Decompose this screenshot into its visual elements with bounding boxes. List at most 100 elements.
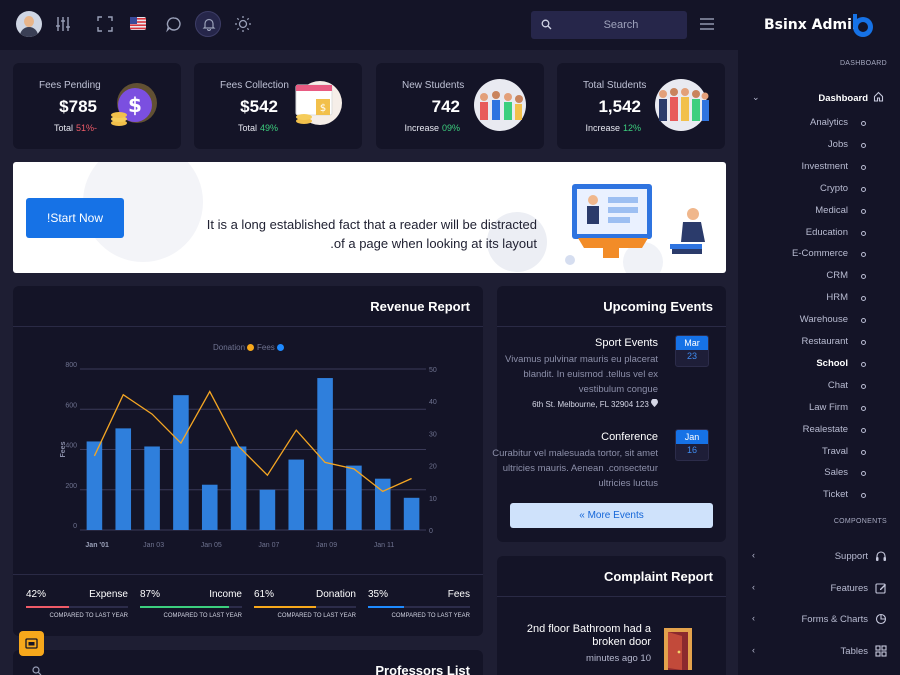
notification-button[interactable] (195, 11, 221, 37)
summary-percent: 42% (26, 589, 47, 600)
bullet-icon (861, 318, 866, 324)
stat-subtext: Total 51%- (54, 123, 97, 133)
sidebar-item-ticket[interactable]: Ticket (823, 489, 848, 500)
event-day: 16 (686, 445, 697, 455)
sliders-icon[interactable] (54, 15, 72, 33)
summary-bar (26, 606, 128, 608)
stat-card[interactable]: New Students 742 Increase 09% (376, 63, 544, 149)
revenue-chart: 0 200 400 600 800 0 10 20 30 40 50 Fees Jan '01 Jan 0… (60, 362, 437, 549)
sidebar-item-sales[interactable]: Sales (824, 467, 848, 478)
sidebar-item-investment[interactable]: Investment (802, 161, 848, 172)
sidebar-item-education[interactable]: Education (806, 227, 848, 238)
home-icon (873, 91, 884, 102)
legend-fees[interactable]: Fees (257, 343, 284, 352)
x-tick-label: Jan 11 (374, 542, 395, 549)
hamburger-icon[interactable] (699, 17, 715, 31)
sidebar-item-crypto[interactable]: Crypto (820, 183, 848, 194)
sidebar-item-analytics[interactable]: Analytics (810, 117, 848, 128)
svg-text:$: $ (320, 103, 326, 114)
sidebar-item-law-firm[interactable]: Law Firm (809, 402, 848, 413)
sidebar-item-medical[interactable]: Medical (815, 205, 848, 216)
sidebar-item-e-commerce[interactable]: E-Commerce (792, 248, 848, 259)
complaint-item-title[interactable]: 2nd floor Bathroom had a broken door (521, 623, 651, 649)
stat-card[interactable]: Fees Collection $542 Total 49% $ (194, 63, 362, 149)
chevron-left-icon[interactable]: ‹ (752, 613, 755, 623)
stat-value: 1,542 (598, 97, 641, 116)
bar-jan-02 (115, 428, 132, 530)
floating-settings-button[interactable] (19, 631, 44, 656)
sidebar-item-hrm[interactable]: HRM (826, 292, 848, 303)
summary-compare-text: COMPARED TO LAST YEAR (391, 613, 470, 619)
edit-icon (875, 582, 886, 594)
online-learning-illustration (565, 184, 705, 265)
stat-card[interactable]: Total Students 1,542 Increase 12% (557, 63, 725, 149)
bullet-icon (861, 186, 866, 192)
sidebar-item-dashboard[interactable]: Dashboard (818, 93, 868, 104)
search-input[interactable] (561, 11, 681, 39)
start-now-button[interactable]: !Start Now (26, 198, 124, 238)
complaint-report-title: Complaint Report (603, 569, 713, 584)
stat-label: Fees Pending (39, 80, 101, 91)
sun-icon[interactable] (234, 15, 252, 33)
search-icon[interactable] (32, 666, 42, 675)
bullet-icon (861, 142, 866, 148)
sidebar-item-tables[interactable]: Tables (841, 646, 868, 657)
chevron-left-icon[interactable]: ‹ (752, 550, 755, 560)
sidebar-item-restaurant[interactable]: Restaurant (802, 336, 848, 347)
event-title[interactable]: Sport Events (595, 337, 658, 349)
x-tick-label: Jan 03 (143, 542, 164, 549)
legend-fees-dot (276, 344, 284, 352)
bullet-icon (861, 252, 866, 258)
y2-tick-label: 0 (429, 528, 433, 535)
legend-donation-dot (247, 344, 255, 352)
search-icon[interactable] (541, 19, 552, 30)
complaint-report-panel: Complaint Report 2nd floor Bathroom had … (497, 556, 726, 675)
summary-label: Fees (447, 589, 470, 600)
bullet-icon (861, 274, 866, 280)
headset-icon (876, 551, 886, 561)
sidebar-item-traval[interactable]: Traval (822, 446, 848, 457)
stat-percent: 51%- (75, 123, 97, 133)
brand-name[interactable]: Bsinx Admin (764, 17, 862, 33)
event-location: 6th St. Melbourne, FL 32904 123 (532, 398, 658, 409)
stat-subtext: Total 49% (238, 123, 278, 133)
stat-label: New Students (402, 80, 465, 91)
bar-jan-12 (403, 497, 420, 530)
sidebar-item-forms-charts[interactable]: Forms & Charts (801, 614, 868, 625)
chevron-left-icon[interactable]: ‹ (752, 582, 755, 592)
chevron-down-icon[interactable]: ⌄ (752, 92, 760, 103)
stat-subtext: Increase 12% (585, 123, 641, 133)
sidebar-item-support[interactable]: Support (835, 551, 868, 562)
search-box (531, 11, 687, 39)
banner-text: It is a long established fact that a rea… (185, 215, 537, 253)
more-events-button[interactable]: « More Events (510, 503, 713, 528)
sidebar-section-dashboard: DASHBOARD (839, 60, 887, 67)
sidebar-item-crm[interactable]: CRM (826, 270, 848, 281)
event-title[interactable]: Conference (601, 431, 658, 443)
invoice-illustration: $ (295, 81, 342, 125)
bullet-icon (861, 449, 866, 455)
y2-tick-label: 10 (429, 496, 437, 503)
revenue-report-panel: Revenue Report Donation Fees 0 200 400 600 8… (13, 286, 483, 636)
stat-subtext: Increase 09% (404, 123, 460, 133)
us-flag-icon[interactable] (130, 17, 146, 30)
bullet-icon (861, 383, 866, 389)
sidebar-item-jobs[interactable]: Jobs (828, 139, 848, 150)
chevron-left-icon[interactable]: ‹ (752, 645, 755, 655)
summary-bar (254, 606, 356, 608)
chat-icon[interactable] (165, 15, 183, 33)
stat-card[interactable]: Fees Pending $785 Total 51%- $ (13, 63, 181, 149)
sidebar-item-features[interactable]: Features (831, 583, 869, 594)
bullet-icon (861, 296, 866, 302)
sidebar-item-warehouse[interactable]: Warehouse (800, 314, 848, 325)
stat-percent: 09% (441, 123, 460, 133)
sidebar-item-chat[interactable]: Chat (828, 380, 848, 391)
event-description: Curabitur vel malesuada tortor, sit amet… (492, 448, 658, 489)
sidebar-item-realestate[interactable]: Realestate (803, 424, 848, 435)
legend-donation[interactable]: Donation (213, 343, 255, 352)
stat-value: 742 (431, 97, 460, 116)
fullscreen-icon[interactable] (96, 15, 114, 33)
sidebar-item-school[interactable]: School (816, 358, 848, 369)
user-avatar[interactable] (16, 11, 42, 37)
svg-text:$: $ (128, 93, 142, 117)
